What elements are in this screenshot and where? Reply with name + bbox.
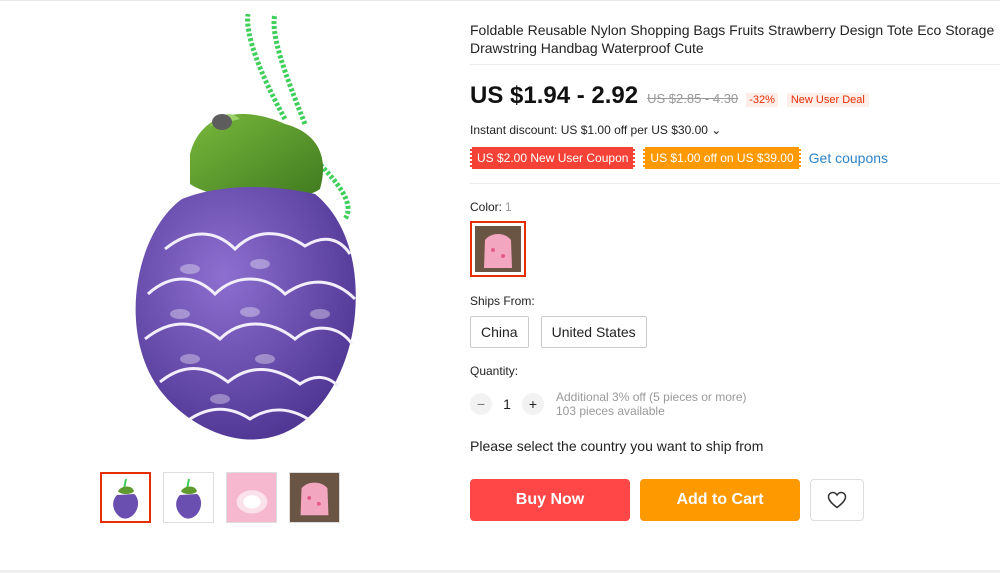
strawberry-bag-thumb-icon	[290, 473, 339, 522]
wishlist-button[interactable]	[810, 479, 864, 521]
thumbnail-1[interactable]	[100, 472, 151, 523]
ship-option-china[interactable]: China	[470, 316, 529, 348]
strawberry-bag-swatch-icon	[475, 226, 521, 272]
thumbnail-3[interactable]	[226, 472, 277, 523]
original-price: US $2.85 - 4.30	[647, 91, 739, 106]
quantity-decrease-button[interactable]: −	[470, 393, 492, 415]
store-coupon[interactable]: US $1.00 off on US $39.00	[643, 147, 801, 169]
product-title: Foldable Reusable Nylon Shopping Bags Fr…	[470, 22, 995, 56]
get-coupons-link[interactable]: Get coupons	[809, 150, 888, 166]
action-buttons: Buy Now Add to Cart	[470, 479, 864, 521]
pink-bag-thumb-icon	[227, 473, 276, 522]
add-to-cart-button[interactable]: Add to Cart	[640, 479, 800, 521]
quantity-label: Quantity:	[470, 364, 519, 378]
thumbnail-2[interactable]	[163, 472, 214, 523]
color-count: 1	[505, 200, 512, 214]
new-user-coupon[interactable]: US $2.00 New User Coupon	[470, 147, 636, 169]
quantity-value[interactable]: 1	[492, 396, 522, 412]
thumbnail-strip	[100, 472, 340, 523]
coupon-row: US $2.00 New User Coupon US $1.00 off on…	[470, 147, 888, 169]
new-user-deal-badge: New User Deal	[786, 93, 869, 107]
ship-country-message: Please select the country you want to sh…	[470, 438, 764, 454]
stock-available: 103 pieces available	[556, 404, 665, 418]
ships-from-options: China United States	[470, 316, 647, 348]
grape-bag-thumb-icon	[112, 478, 138, 519]
color-label: Color: 1	[470, 200, 512, 214]
quantity-note: Additional 3% off (5 pieces or more) 103…	[556, 390, 747, 418]
color-label-text: Color:	[470, 200, 503, 214]
instant-discount[interactable]: Instant discount: US $1.00 off per US $3…	[470, 123, 721, 137]
ship-option-united-states[interactable]: United States	[540, 316, 647, 348]
quantity-stepper: − 1 + Additional 3% off (5 pieces or mor…	[470, 390, 747, 418]
grape-bag-thumb-icon	[175, 478, 201, 519]
quantity-increase-button[interactable]: +	[522, 393, 544, 415]
color-swatch[interactable]	[470, 221, 526, 277]
current-price: US $1.94 - 2.92	[470, 82, 639, 109]
ships-from-label: Ships From:	[470, 294, 535, 308]
divider	[470, 183, 1000, 184]
divider	[470, 64, 1000, 65]
heart-icon	[827, 491, 847, 509]
discount-badge: -32%	[746, 93, 778, 107]
main-product-image[interactable]	[70, 14, 430, 444]
bulk-discount-note: Additional 3% off (5 pieces or more)	[556, 390, 747, 404]
product-info: Foldable Reusable Nylon Shopping Bags Fr…	[470, 0, 1000, 573]
thumbnail-4[interactable]	[289, 472, 340, 523]
price-row: US $1.94 - 2.92 US $2.85 - 4.30 -32% New…	[470, 82, 869, 110]
buy-now-button[interactable]: Buy Now	[470, 479, 630, 521]
